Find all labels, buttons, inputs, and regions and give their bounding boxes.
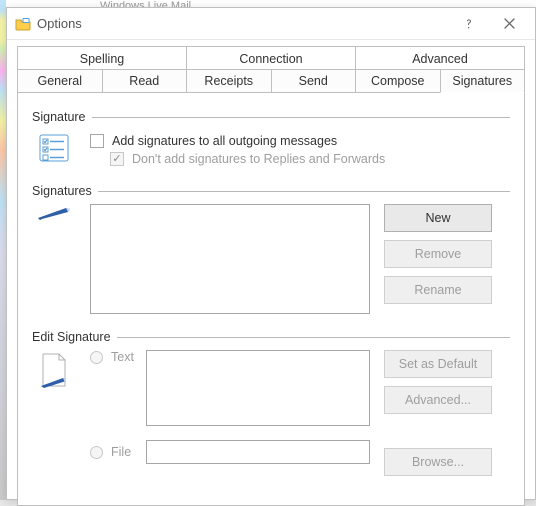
tab-send[interactable]: Send bbox=[271, 69, 357, 93]
remove-button: Remove bbox=[384, 240, 492, 268]
options-dialog: Options Spelling Connection Advanced Gen… bbox=[6, 7, 536, 500]
checkbox-add-signatures[interactable] bbox=[90, 134, 104, 148]
radio-text bbox=[90, 351, 103, 364]
set-default-button: Set as Default bbox=[384, 350, 492, 378]
checklist-icon bbox=[32, 130, 76, 170]
group-header-signature: Signature bbox=[32, 110, 510, 124]
checkbox-skip-replies bbox=[110, 152, 124, 166]
window-title: Options bbox=[37, 16, 449, 31]
group-label-signatures: Signatures bbox=[32, 184, 98, 198]
browse-button: Browse... bbox=[384, 448, 492, 476]
tab-spelling[interactable]: Spelling bbox=[17, 46, 187, 70]
tab-signatures[interactable]: Signatures bbox=[440, 69, 526, 93]
group-label-signature: Signature bbox=[32, 110, 92, 124]
group-header-signatures: Signatures bbox=[32, 184, 510, 198]
signatures-listbox[interactable] bbox=[90, 204, 370, 314]
radio-file bbox=[90, 446, 103, 459]
pen-icon bbox=[32, 204, 76, 314]
checkbox-add-signatures-row: Add signatures to all outgoing messages bbox=[90, 134, 510, 148]
tab-receipts[interactable]: Receipts bbox=[186, 69, 272, 93]
tab-row-bottom: General Read Receipts Send Compose Signa… bbox=[17, 69, 525, 93]
signatures-buttons: New Remove Rename bbox=[384, 204, 492, 314]
radio-file-row: File bbox=[90, 445, 146, 459]
advanced-button: Advanced... bbox=[384, 386, 492, 414]
tab-read[interactable]: Read bbox=[102, 69, 188, 93]
titlebar: Options bbox=[7, 8, 535, 40]
new-button[interactable]: New bbox=[384, 204, 492, 232]
radio-text-row: Text bbox=[90, 350, 146, 364]
tab-row-top: Spelling Connection Advanced bbox=[17, 46, 525, 70]
folder-icon bbox=[15, 16, 31, 32]
dialog-content: Spelling Connection Advanced General Rea… bbox=[7, 40, 535, 506]
tab-panel-signatures: Signature bbox=[17, 92, 525, 506]
checkbox-skip-replies-label: Don't add signatures to Replies and Forw… bbox=[132, 152, 385, 166]
tab-compose[interactable]: Compose bbox=[355, 69, 441, 93]
edit-buttons: Set as Default Advanced... Browse... bbox=[384, 350, 492, 476]
help-button[interactable] bbox=[449, 11, 489, 37]
document-pen-icon bbox=[32, 350, 76, 476]
signature-file-input[interactable] bbox=[146, 440, 370, 464]
checkbox-add-signatures-label: Add signatures to all outgoing messages bbox=[112, 134, 337, 148]
radio-file-label: File bbox=[111, 445, 131, 459]
tab-advanced[interactable]: Advanced bbox=[355, 46, 525, 70]
checkbox-skip-replies-row: Don't add signatures to Replies and Forw… bbox=[110, 152, 510, 166]
rename-button: Rename bbox=[384, 276, 492, 304]
group-header-edit: Edit Signature bbox=[32, 330, 510, 344]
group-label-edit: Edit Signature bbox=[32, 330, 117, 344]
close-button[interactable] bbox=[489, 11, 529, 37]
radio-text-label: Text bbox=[111, 350, 134, 364]
tab-connection[interactable]: Connection bbox=[186, 46, 356, 70]
tab-general[interactable]: General bbox=[17, 69, 103, 93]
signature-text-input[interactable] bbox=[146, 350, 370, 426]
